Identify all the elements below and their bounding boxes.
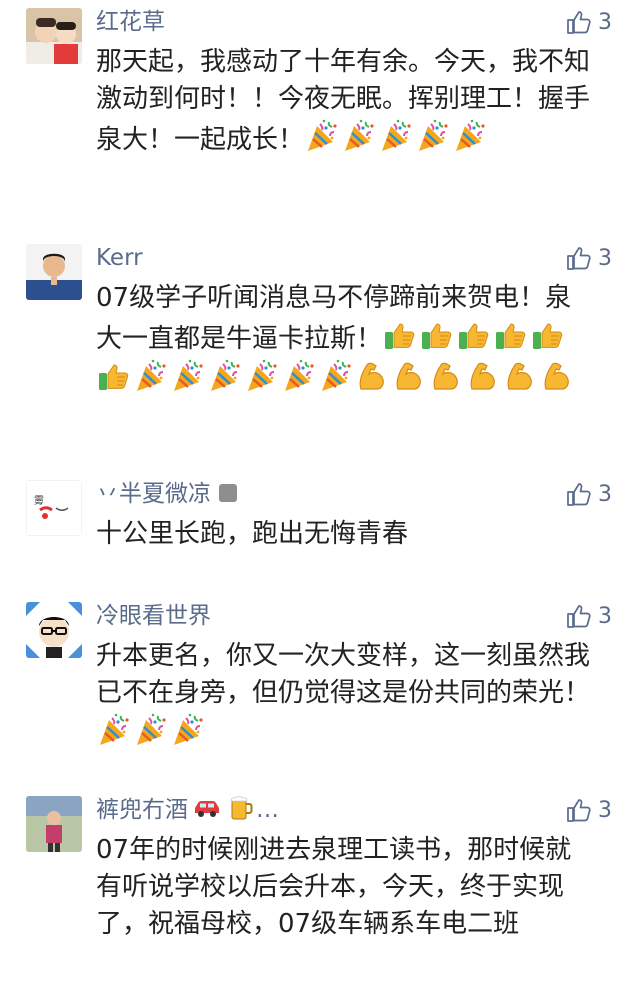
party-popper-icon [170,358,206,394]
thumbs-up-icon [419,317,455,353]
thumbs-up-icon [493,317,529,353]
avatar[interactable] [26,602,82,658]
commenter-name[interactable]: 冷眼看世界 [96,599,211,633]
party-popper-icon [452,118,488,154]
thumbs-up-outline-icon [566,603,592,629]
party-popper-icon [318,358,354,394]
beer-mug-icon [226,793,256,823]
comment-text: 07年的时候刚进去泉理工读书，那时候就有听说学校以后会升本，今天，终于实现了，祝… [96,832,592,943]
avatar[interactable] [26,8,82,64]
emoji-row [304,125,489,155]
commenter-name-text: 裤兜冇酒 [96,797,188,823]
car-icon [192,793,222,823]
comment-text: 那天起，我感动了十年有余。今天，我不知激动到何时！！今夜无眠。挥别理工！握手泉大… [96,44,592,159]
comment-list: 红花草 3 那天起，我感动了十年有余。今天，我不知激动到何时！！今夜无眠。挥别理… [0,0,640,994]
comment-item: 红花草 3 那天起，我感动了十年有余。今天，我不知激动到何时！！今夜无眠。挥别理… [0,0,640,220]
like-count: 3 [598,481,612,507]
commenter-name-text: 丷半夏微凉 [96,481,211,507]
party-popper-icon [170,712,206,748]
party-popper-icon [244,358,280,394]
thumbs-up-icon [456,317,492,353]
thumbs-up-icon [530,317,566,353]
party-popper-icon [133,358,169,394]
party-popper-icon [281,358,317,394]
like-count: 3 [598,245,612,271]
like-button[interactable]: 3 [566,793,612,827]
like-count: 3 [598,797,612,823]
flexed-biceps-icon [466,358,502,394]
party-popper-icon [96,712,132,748]
avatar[interactable] [26,796,82,852]
comment-item: 冷眼看世界 3 升本更名，你又一次大变样，这一刻虽然我已不在身旁，但仍觉得这是份… [0,594,640,774]
flexed-biceps-icon [392,358,428,394]
comment-item: 䨦 丷半夏微凉 3 十公里长跑，跑出无悔青春 [0,472,640,582]
comment-text: 升本更名，你又一次大变样，这一刻虽然我已不在身旁，但仍觉得这是份共同的荣光！ [96,638,592,753]
flexed-biceps-icon [503,358,539,394]
comment-body: 升本更名，你又一次大变样，这一刻虽然我已不在身旁，但仍觉得这是份共同的荣光！ [96,641,591,708]
like-count: 3 [598,603,612,629]
party-popper-icon [378,118,414,154]
party-popper-icon [415,118,451,154]
thumbs-up-outline-icon [566,245,592,271]
thumbs-up-icon [96,358,132,394]
party-popper-icon [304,118,340,154]
comment-body: 十公里长跑，跑出无悔青春 [96,519,409,549]
party-popper-icon [341,118,377,154]
like-button[interactable]: 3 [566,599,612,633]
commenter-name[interactable]: 红花草 [96,5,165,39]
name-ellipsis: … [256,797,279,823]
emoji-row [96,719,207,749]
comment-item: 裤兜冇酒 … 3 07年的时候刚进去泉理工读书，那时候就有听说学校以后会升本，今天… [0,788,640,994]
comment-body: 07年的时候刚进去泉理工读书，那时候就有听说学校以后会升本，今天，终于实现了，祝… [96,835,572,939]
avatar[interactable]: 䨦 [26,480,82,536]
status-square-icon [219,484,237,502]
like-count: 3 [598,9,612,35]
commenter-name[interactable]: 裤兜冇酒 … [96,793,279,827]
thumbs-up-outline-icon [566,797,592,823]
comment-item: Kerr 3 07级学子听闻消息马不停蹄前来贺电！泉大一直都是牛逼卡拉斯！ [0,236,640,456]
thumbs-up-icon [382,317,418,353]
comment-text: 07级学子听闻消息马不停蹄前来贺电！泉大一直都是牛逼卡拉斯！ [96,280,592,399]
avatar[interactable] [26,244,82,300]
like-button[interactable]: 3 [566,241,612,275]
flexed-biceps-icon [355,358,391,394]
flexed-biceps-icon [540,358,576,394]
thumbs-up-outline-icon [566,9,592,35]
svg-text:䨦: 䨦 [34,495,44,507]
like-button[interactable]: 3 [566,5,612,39]
flexed-biceps-icon [429,358,465,394]
comment-text: 十公里长跑，跑出无悔青春 [96,516,592,553]
thumbs-up-outline-icon [566,481,592,507]
party-popper-icon [133,712,169,748]
commenter-name[interactable]: 丷半夏微凉 [96,477,237,511]
commenter-name[interactable]: Kerr [96,241,143,275]
party-popper-icon [207,358,243,394]
like-button[interactable]: 3 [566,477,612,511]
